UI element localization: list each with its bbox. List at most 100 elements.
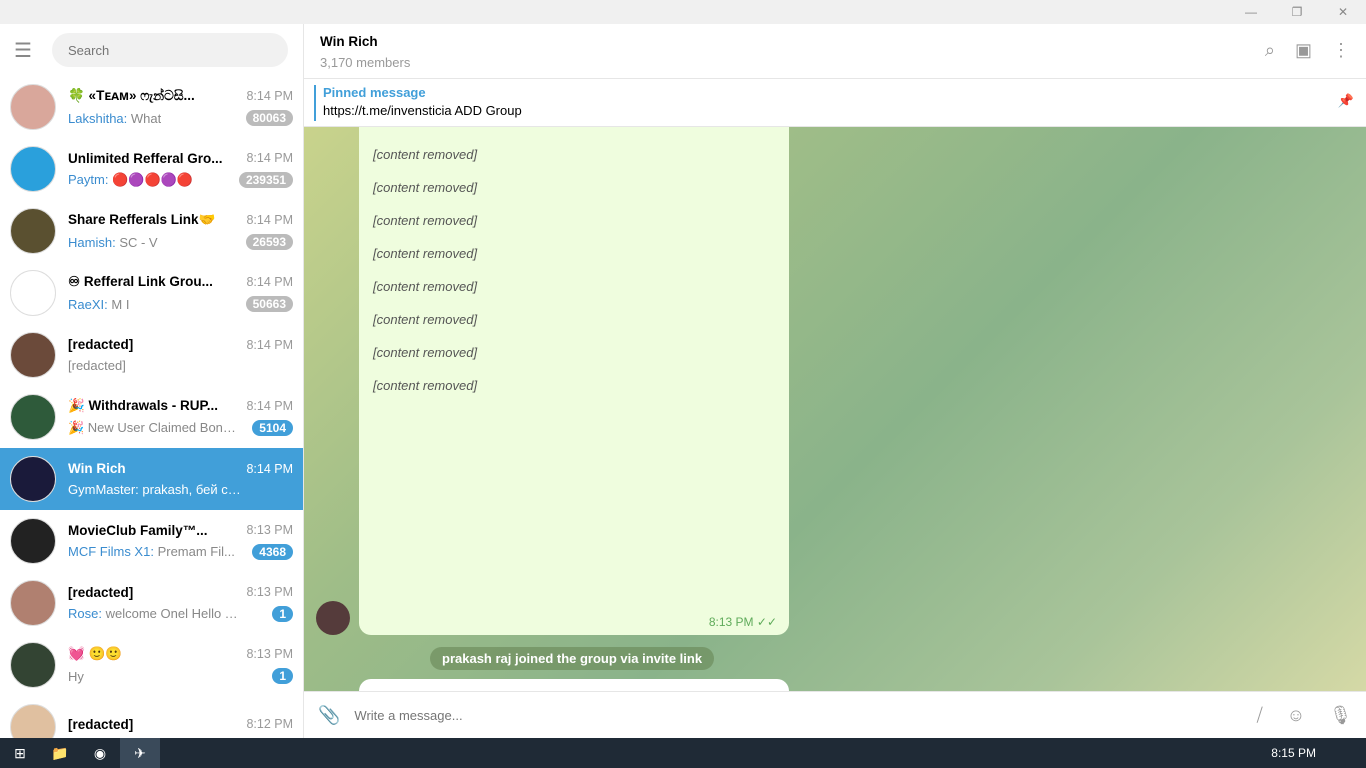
chat-preview: RaeXI: M I [68,296,130,312]
unread-badge: 4368 [252,543,293,560]
chat-list-item[interactable]: MovieClub Family™... 8:13 PM MCF Films X1… [0,510,303,572]
chat-time: 8:13 PM [246,585,293,599]
chat-name: 🍀 «Tᴇᴀᴍ» ෆැන්ටසි... [68,88,195,103]
chat-list-item[interactable]: [redacted] 8:14 PM [redacted] [0,324,303,386]
microphone-icon[interactable]: 🎙 [1329,705,1352,726]
unread-badge: 26593 [245,234,293,250]
chat-preview: [redacted] [68,358,126,373]
message-line: [content removed] [373,147,478,162]
chat-time: 8:14 PM [246,461,293,476]
message-line: [content removed] [373,312,478,327]
message-line: [content removed] [373,378,478,393]
bot-commands-icon[interactable]: ⧸ [1257,705,1263,726]
chat-preview: Rose: welcome Onel Hello This ... [68,606,243,621]
chat-time: 8:14 PM [246,337,293,352]
message-area: [content removed] [content removed] [conte… [304,127,1366,691]
chat-preview: 🎉 New User Claimed Bonus... [68,420,243,435]
minimize-button[interactable]: — [1228,0,1274,24]
message-line: [content removed] [373,213,478,228]
chat-list-item[interactable]: Win Rich 8:14 PM GymMaster: prakash, бей … [0,448,303,510]
chat-time: 8:14 PM [246,213,293,227]
chrome-icon[interactable]: ◉ [80,738,120,768]
unread-badge: 50663 [245,296,293,312]
search-icon[interactable]: ⌕ [1265,40,1275,61]
compose-bar: 📎 ⧸ ☺ 🎙 [304,691,1366,738]
search-input[interactable] [52,33,288,67]
chat-header[interactable]: Win Rich 3,170 members ⌕ ▣ ⋮ [304,24,1366,79]
message-line: [content removed] [373,180,478,195]
chat-name: MovieClub Family™... [68,522,208,538]
chat-preview: GymMaster: prakash, бей своих др... [68,482,243,497]
service-message: prakash raj joined the group via invite … [430,647,715,670]
chat-time: 8:14 PM [246,151,293,165]
next-message-bubble[interactable] [359,679,789,691]
chat-preview: Hy [68,668,84,684]
chat-name: [redacted] [68,716,134,732]
chat-name: 💓 🙂🙂 [68,646,123,661]
pin-list-icon[interactable]: 📌 [1338,93,1354,109]
chat-avatar [10,704,56,738]
chat-list-item[interactable]: 🎉 Withdrawals - RUP... 8:14 PM 🎉 New User… [0,386,303,448]
chat-name: 🎉 Withdrawals - RUP... [68,398,218,413]
chat-list-sidebar: ☰ 🍀 «Tᴇᴀᴍ» ෆැන්ටසි... 8:14 PM Lakshitha: … [0,24,304,738]
message-line: [content removed] [373,345,478,360]
chat-avatar [10,332,56,378]
unread-badge: 5104 [252,420,293,436]
more-options-icon[interactable]: ⋮ [1332,40,1350,61]
chat-preview: MCF Films X1: Premam Fil... [68,544,235,559]
chat-title: Win Rich [320,34,378,49]
chat-list-item[interactable]: Unlimited Refferal Gro... 8:14 PM Paytm: … [0,138,303,200]
taskbar: ⊞ 📁 ◉ ✈ 8:15 PM [0,738,1366,768]
message-input[interactable] [354,707,1257,723]
clock[interactable]: 8:15 PM [1271,746,1316,760]
chat-time: 8:12 PM [246,717,293,731]
chat-preview: Hamish: SC - V [68,234,158,250]
chat-avatar [10,270,56,316]
chat-avatar [10,146,56,192]
chat-list-item[interactable]: Share Refferals Link🤝 8:14 PM Hamish: SC … [0,200,303,262]
pinned-message[interactable]: Pinned message https://t.me/invensticia … [304,79,1366,127]
windows-start-icon[interactable]: ⊞ [0,738,40,768]
chat-list-item[interactable]: [redacted] 8:13 PM Rose: welcome Onel Hel… [0,572,303,634]
unread-badge: 80063 [245,110,293,126]
restore-button[interactable]: ❐ [1274,0,1320,24]
chat-avatar [10,580,56,626]
chat-list-item[interactable]: 💓 🙂🙂 8:13 PM Hy 1 [0,634,303,696]
chat-name: Win Rich [68,461,126,476]
unread-badge: 1 [272,605,293,622]
message-bubble[interactable]: [content removed] [content removed] [conte… [359,127,789,635]
chat-list-item[interactable]: 🍀 «Tᴇᴀᴍ» ෆැන්ටසි... 8:14 PM Lakshitha: Wh… [0,76,303,138]
sidebar-toggle-icon[interactable]: ▣ [1295,40,1312,61]
chat-name: Share Refferals Link🤝 [68,212,216,227]
member-count: 3,170 members [320,55,411,70]
file-explorer-icon[interactable]: 📁 [40,738,80,768]
chat-time: 8:14 PM [246,275,293,289]
pinned-label: Pinned message [323,85,426,100]
chat-time: 8:13 PM [246,523,293,537]
telegram-icon[interactable]: ✈ [120,738,160,768]
chat-name: ♾ Refferal Link Grou... [68,274,213,289]
chat-avatar [10,456,56,502]
attach-icon[interactable]: 📎 [318,705,340,726]
emoji-icon[interactable]: ☺ [1287,705,1305,726]
chat-time: 8:13 PM [246,647,293,661]
chat-avatar [10,518,56,564]
message-line: [content removed] [373,246,478,261]
pinned-text: https://t.me/invensticia ADD Group [323,103,522,118]
chat-list-item[interactable]: [redacted] 8:12 PM [0,696,303,738]
chat-avatar [10,84,56,130]
chat-time: 8:14 PM [246,89,293,103]
chat-avatar [10,208,56,254]
chat-list-item[interactable]: ♾ Refferal Link Grou... 8:14 PM RaeXI: M … [0,262,303,324]
message-time: 8:13 PM ✓✓ [708,615,777,629]
unread-badge: 239351 [238,171,293,188]
close-button[interactable]: ✕ [1320,0,1366,24]
hamburger-menu-icon[interactable]: ☰ [14,38,36,63]
chat-preview: Lakshitha: What [68,110,162,126]
chat-avatar [10,642,56,688]
title-bar: — ❐ ✕ [0,0,1366,24]
chat-name: [redacted] [68,337,134,352]
chat-name: Unlimited Refferal Gro... [68,150,223,166]
message-line: [content removed] [373,279,478,294]
sender-avatar[interactable] [316,601,350,635]
